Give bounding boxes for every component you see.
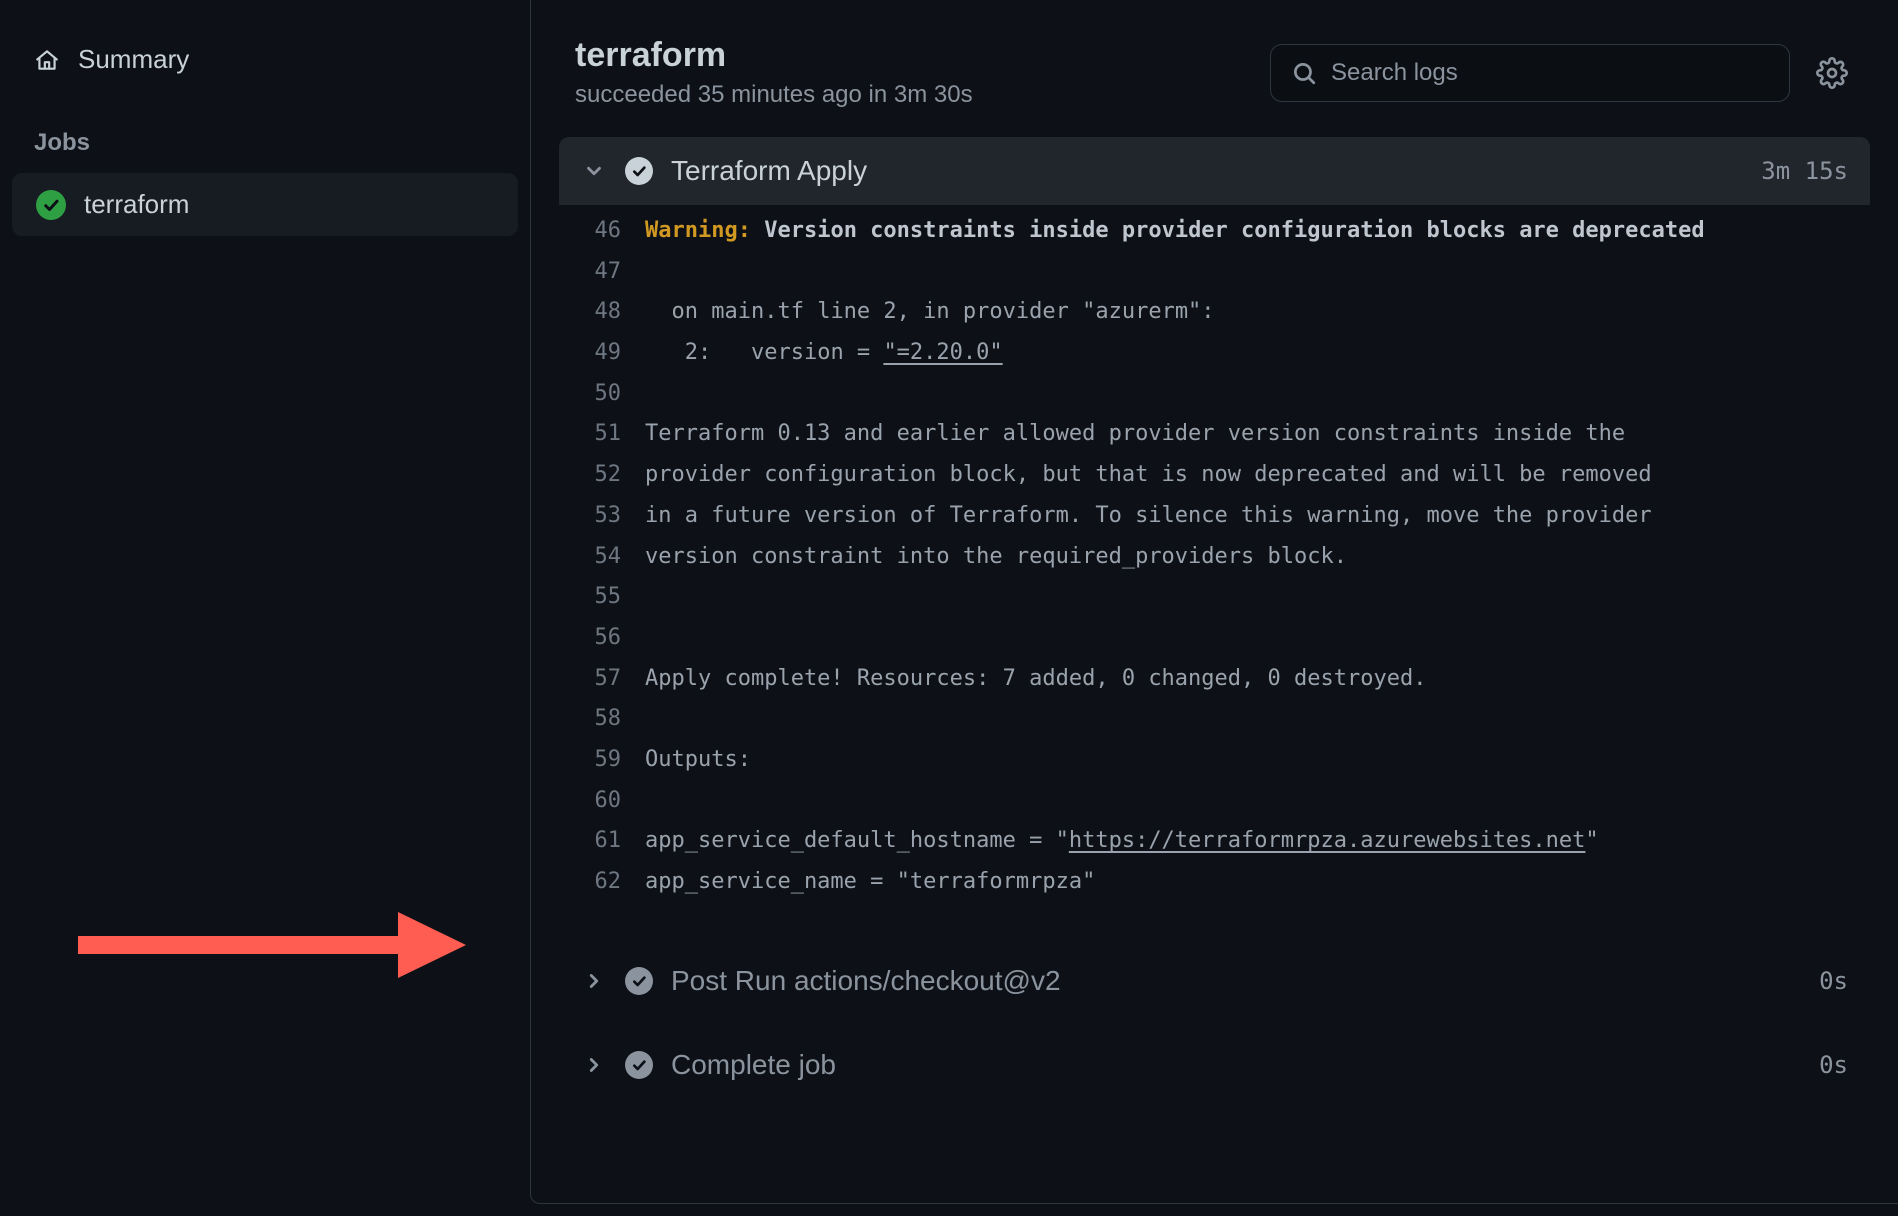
log-line: 52provider configuration block, but that… (559, 455, 1870, 496)
log-line: 53in a future version of Terraform. To s… (559, 496, 1870, 537)
log-line-number: 57 (559, 659, 645, 700)
jobs-heading: Jobs (10, 89, 520, 167)
log-line-text: in a future version of Terraform. To sil… (645, 496, 1870, 537)
log-line: 59Outputs: (559, 740, 1870, 781)
summary-nav-item[interactable]: Summary (10, 30, 520, 89)
step-row[interactable]: Complete job 0s (559, 1023, 1870, 1107)
log-line-number: 46 (559, 211, 645, 252)
log-line-text: Terraform 0.13 and earlier allowed provi… (645, 414, 1870, 455)
job-item-terraform[interactable]: terraform (12, 173, 518, 236)
step-row[interactable]: Post Run actions/checkout@v2 0s (559, 939, 1870, 1023)
step-title: Post Run actions/checkout@v2 (671, 965, 1801, 997)
log-line-number: 49 (559, 333, 645, 374)
sidebar: Summary Jobs terraform (0, 0, 530, 1216)
log-line: 57Apply complete! Resources: 7 added, 0 … (559, 659, 1870, 700)
log-line-text: on main.tf line 2, in provider "azurerm"… (645, 292, 1870, 333)
check-circle-icon (625, 157, 653, 185)
log-line-number: 52 (559, 455, 645, 496)
log-line-number: 58 (559, 699, 645, 740)
log-line-number: 61 (559, 821, 645, 862)
log-line: 54version constraint into the required_p… (559, 537, 1870, 578)
log-line-text: version constraint into the required_pro… (645, 537, 1870, 578)
log-line-text (645, 618, 1870, 659)
log-line: 60 (559, 781, 1870, 822)
search-icon (1291, 60, 1317, 86)
log-line-text: 2: version = "=2.20.0" (645, 333, 1870, 374)
log-line-text: provider configuration block, but that i… (645, 455, 1870, 496)
main-panel: terraform succeeded 35 minutes ago in 3m… (530, 0, 1898, 1204)
app-root: Summary Jobs terraform ter (0, 0, 1898, 1216)
log-line-text: Apply complete! Resources: 7 added, 0 ch… (645, 659, 1870, 700)
gear-icon (1816, 57, 1848, 89)
step-title: Terraform Apply (671, 155, 1743, 187)
log-line-number: 47 (559, 252, 645, 293)
step-duration: 0s (1819, 1051, 1848, 1079)
step-header-terraform-apply[interactable]: Terraform Apply 3m 15s (559, 137, 1870, 205)
log-line-text (645, 252, 1870, 293)
job-header-text: terraform succeeded 35 minutes ago in 3m… (575, 36, 1250, 109)
log-line-text (645, 699, 1870, 740)
job-title: terraform (575, 36, 1250, 75)
log-line-number: 48 (559, 292, 645, 333)
log-line-number: 55 (559, 577, 645, 618)
job-header: terraform succeeded 35 minutes ago in 3m… (531, 0, 1898, 137)
log-line: 50 (559, 374, 1870, 415)
log-line: 49 2: version = "=2.20.0" (559, 333, 1870, 374)
job-status-text: succeeded 35 minutes ago in 3m 30s (575, 81, 1250, 109)
log-line-number: 62 (559, 862, 645, 903)
log-line-text: Warning: Version constraints inside prov… (645, 211, 1870, 252)
search-logs-input[interactable] (1331, 59, 1769, 87)
step-duration: 0s (1819, 967, 1848, 995)
log-line-text (645, 577, 1870, 618)
check-circle-icon (36, 190, 66, 220)
search-logs-input-wrap[interactable] (1270, 44, 1790, 102)
log-line: 51Terraform 0.13 and earlier allowed pro… (559, 414, 1870, 455)
log-line: 48 on main.tf line 2, in provider "azure… (559, 292, 1870, 333)
chevron-right-icon (581, 1052, 607, 1078)
log-output[interactable]: 46Warning: Version constraints inside pr… (559, 205, 1870, 939)
check-circle-icon (625, 967, 653, 995)
log-line: 55 (559, 577, 1870, 618)
log-line-text: Outputs: (645, 740, 1870, 781)
settings-button[interactable] (1810, 51, 1854, 95)
annotation-arrow-icon (78, 900, 478, 990)
log-line-number: 54 (559, 537, 645, 578)
log-line-number: 51 (559, 414, 645, 455)
house-icon (34, 47, 60, 73)
log-line: 47 (559, 252, 1870, 293)
log-line-number: 56 (559, 618, 645, 659)
job-item-label: terraform (84, 189, 189, 220)
collapsed-steps-list: Post Run actions/checkout@v2 0s Complete… (531, 939, 1898, 1107)
chevron-down-icon (581, 158, 607, 184)
log-line: 62app_service_name = "terraformrpza" (559, 862, 1870, 903)
log-line-text: app_service_default_hostname = "https://… (645, 821, 1870, 862)
log-line: 46Warning: Version constraints inside pr… (559, 211, 1870, 252)
log-line: 58 (559, 699, 1870, 740)
step-duration: 3m 15s (1761, 157, 1848, 185)
step-title: Complete job (671, 1049, 1801, 1081)
log-line-number: 53 (559, 496, 645, 537)
log-line-text (645, 781, 1870, 822)
log-line: 61app_service_default_hostname = "https:… (559, 821, 1870, 862)
log-line-text: app_service_name = "terraformrpza" (645, 862, 1870, 903)
chevron-right-icon (581, 968, 607, 994)
log-line-text (645, 374, 1870, 415)
log-line: 56 (559, 618, 1870, 659)
log-line-number: 60 (559, 781, 645, 822)
log-line-number: 59 (559, 740, 645, 781)
log-line-number: 50 (559, 374, 645, 415)
check-circle-icon (625, 1051, 653, 1079)
summary-label: Summary (78, 44, 189, 75)
